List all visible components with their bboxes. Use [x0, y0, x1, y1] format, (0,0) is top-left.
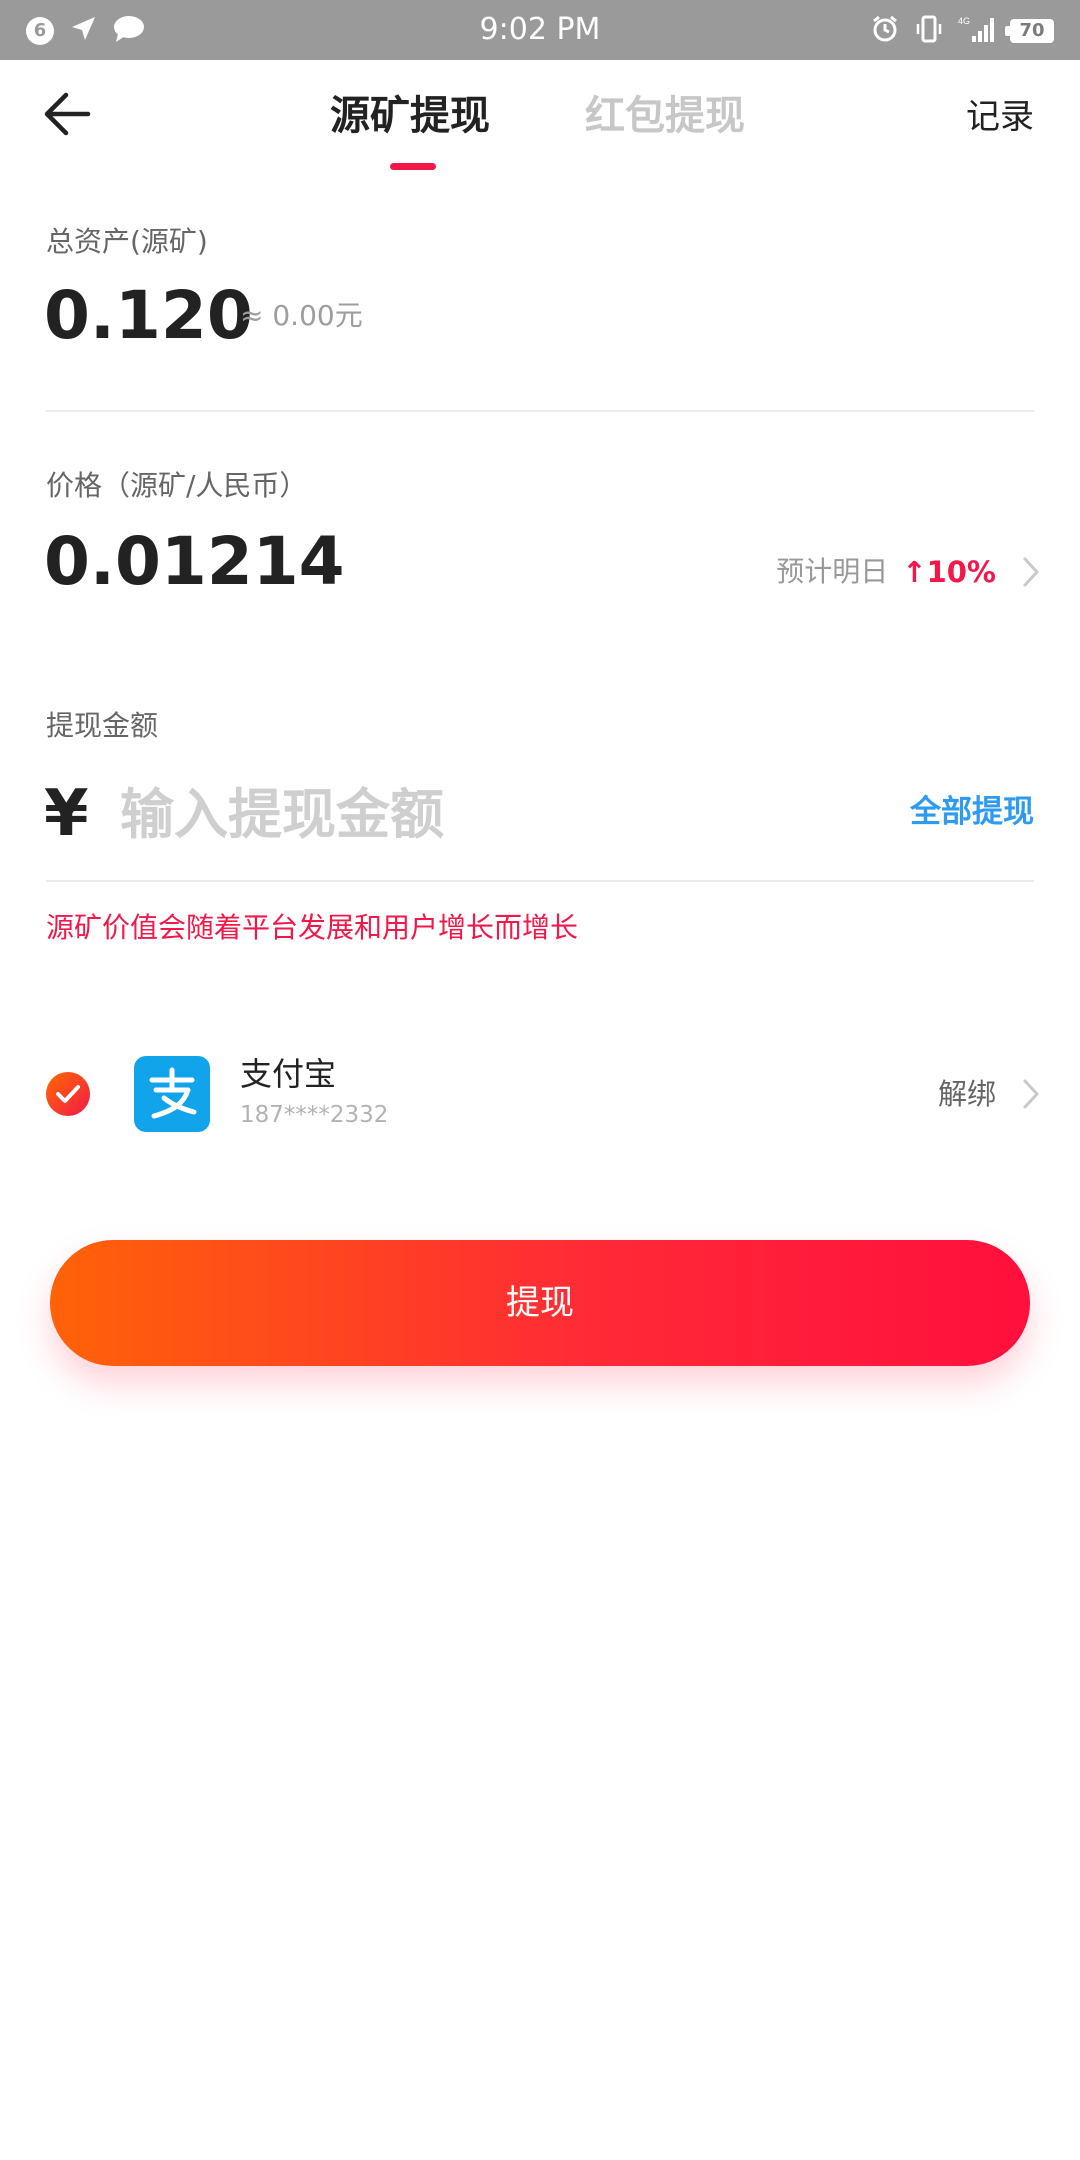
price-forecast[interactable]: 预计明日 ↑10%: [776, 552, 1040, 592]
price-label: 价格（源矿/人民币）: [46, 469, 308, 502]
total-assets-value: 0.120: [44, 277, 253, 354]
payment-account-number: 187****2332: [240, 1102, 389, 1128]
arrow-left-icon: [44, 92, 91, 136]
withdraw-all-button[interactable]: 全部提现: [910, 790, 1034, 834]
svg-text:4G: 4G: [958, 16, 970, 26]
withdraw-submit-button[interactable]: 提现: [50, 1240, 1030, 1366]
vibrate-phone-icon: [914, 14, 944, 48]
status-right-icons: 4G 70: [870, 14, 1054, 48]
signal-strength-icon: 4G: [958, 14, 996, 48]
battery-indicator: 70: [1005, 19, 1054, 43]
withdraw-amount-input[interactable]: [120, 776, 760, 852]
payment-method-name: 支付宝: [240, 1055, 337, 1093]
unbind-button[interactable]: 解绑: [938, 1074, 1040, 1114]
payment-method-row[interactable]: 支付宝 187****2332 解绑: [0, 1044, 1080, 1144]
chevron-right-icon: [1023, 557, 1039, 587]
status-bar: 6 9:02 PM 4G 70: [0, 0, 1080, 60]
forecast-change: ↑10%: [902, 555, 996, 589]
alipay-icon: [149, 1067, 197, 1119]
back-button[interactable]: [40, 86, 96, 142]
alarm-clock-icon: [870, 14, 900, 48]
active-tab-indicator: [390, 163, 436, 170]
records-link[interactable]: 记录: [966, 94, 1034, 140]
selected-checkmark[interactable]: [46, 1072, 90, 1116]
divider: [46, 880, 1034, 882]
forecast-label: 预计明日: [776, 555, 889, 588]
unbind-label: 解绑: [937, 1077, 996, 1111]
total-assets-label: 总资产(源矿): [46, 225, 208, 258]
alipay-logo: [134, 1056, 210, 1132]
yen-currency-symbol: ¥: [44, 777, 89, 851]
price-value: 0.01214: [44, 523, 345, 600]
value-growth-notice: 源矿价值会随着平台发展和用户增长而增长: [46, 911, 579, 944]
tab-mineral-withdraw[interactable]: 源矿提现: [330, 90, 490, 142]
tab-red-packet-withdraw[interactable]: 红包提现: [585, 90, 745, 142]
withdraw-amount-label: 提现金额: [46, 709, 159, 742]
chevron-right-icon: [1023, 1079, 1039, 1109]
total-assets-approx-cny: ≈ 0.00元: [240, 299, 363, 332]
divider: [46, 410, 1034, 412]
check-icon: [56, 1085, 80, 1103]
top-nav-header: 源矿提现 红包提现 记录: [0, 60, 1080, 172]
